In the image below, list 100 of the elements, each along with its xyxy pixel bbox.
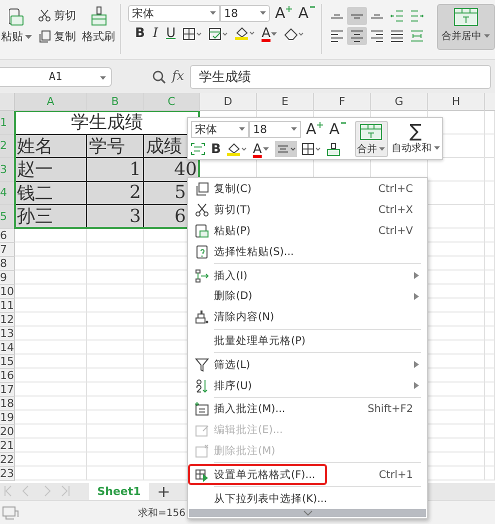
align-button[interactable]: [346, 27, 367, 45]
conditional-format-icon[interactable]: [208, 28, 229, 40]
wrap-text-icon[interactable]: [191, 143, 205, 155]
grow-font-button[interactable]: A: [274, 4, 294, 22]
column-header[interactable]: D: [200, 93, 257, 111]
row-header[interactable]: 20: [0, 424, 15, 438]
row-header[interactable]: 19: [0, 410, 15, 424]
font-color-button[interactable]: A: [252, 142, 270, 156]
menu-item[interactable]: 清除内容(N): [188, 306, 427, 328]
underline-button[interactable]: U: [165, 26, 177, 41]
font-name-dropdown[interactable]: 宋体: [128, 4, 220, 22]
row-header[interactable]: 9: [0, 270, 15, 284]
paste-button[interactable]: 粘贴: [1, 4, 32, 44]
column-header[interactable]: F: [314, 93, 371, 111]
merge-button[interactable]: 合并: [354, 120, 388, 156]
table-cell: 钱二: [15, 182, 87, 205]
formula-field[interactable]: 学生成绩: [190, 64, 491, 88]
plus-icon: [286, 6, 292, 12]
menu-item[interactable]: 删除(D): [188, 286, 427, 307]
row-header[interactable]: 7: [0, 242, 15, 256]
row-header[interactable]: 13: [0, 326, 15, 340]
caret-icon: [210, 11, 216, 15]
caret-icon: [271, 32, 278, 36]
format-painter-button[interactable]: 格式刷: [82, 4, 115, 44]
menu-label: 删除(D): [214, 289, 252, 304]
align-center-icon[interactable]: [274, 141, 297, 157]
row-header[interactable]: 15: [0, 354, 15, 368]
fill-color-icon[interactable]: [226, 142, 247, 156]
submenu-arrow-icon: [414, 292, 419, 300]
font-size-dropdown[interactable]: 18: [220, 4, 270, 22]
menu-label: 从下拉列表中选择(K)...: [214, 492, 328, 506]
paste-icon: [195, 224, 209, 238]
row-header[interactable]: 16: [0, 368, 15, 382]
shrink-font-button[interactable]: A: [297, 4, 316, 22]
row-header[interactable]: 17: [0, 382, 15, 396]
filter-icon: [195, 358, 209, 372]
align-button[interactable]: [346, 7, 367, 25]
menu-label: 复制(C): [214, 182, 252, 196]
table-cell: 赵一: [15, 158, 87, 182]
zoom-icon[interactable]: [152, 70, 166, 84]
row-header[interactable]: 11: [0, 298, 15, 312]
outdent-icon: [390, 10, 404, 22]
shortcut-text: Ctrl+X: [378, 204, 413, 216]
comment-delete-icon: [195, 444, 209, 458]
fill-color-icon[interactable]: [234, 27, 255, 40]
name-box[interactable]: A1: [0, 66, 112, 86]
column-header[interactable]: E: [257, 93, 314, 111]
table-cell: 学号: [87, 134, 144, 158]
brush-icon[interactable]: [326, 142, 340, 156]
indent-icon: [410, 10, 424, 22]
row-header[interactable]: 14: [0, 340, 15, 354]
chevron-down-icon: [302, 510, 312, 516]
copy-button[interactable]: 复制: [38, 29, 76, 44]
copy-icon: [195, 182, 209, 196]
merge-center-button[interactable]: 合并居中: [436, 4, 495, 50]
add-sheet-button[interactable]: +: [157, 482, 170, 500]
caret-icon: [260, 11, 266, 15]
column-header[interactable]: H: [428, 93, 485, 111]
brush-icon: [90, 6, 108, 26]
grow-font-button[interactable]: A: [305, 120, 324, 138]
macro-icon[interactable]: [2, 504, 20, 520]
row-header[interactable]: 23: [0, 466, 15, 480]
row-header[interactable]: 8: [0, 256, 15, 270]
row-header[interactable]: 10: [0, 284, 15, 298]
borders-icon[interactable]: [302, 143, 322, 155]
plus-icon: [317, 122, 324, 128]
row-header[interactable]: 22: [0, 452, 15, 466]
menu-item[interactable]: 排序(U): [188, 375, 427, 396]
table-cell: 孙三: [15, 205, 87, 228]
caret-icon: [25, 34, 32, 38]
italic-button[interactable]: I: [152, 26, 160, 41]
row-header[interactable]: 6: [0, 228, 15, 242]
table-cell: 3: [87, 205, 144, 228]
row-header[interactable]: 12: [0, 312, 15, 326]
menu-label: 剪切(T): [214, 203, 251, 218]
paste-special-icon: [195, 244, 209, 259]
eraser-icon[interactable]: [284, 28, 304, 40]
align-middle-icon: [350, 14, 364, 18]
fx-label[interactable]: fx: [172, 69, 184, 84]
bold-button[interactable]: B: [134, 26, 146, 41]
row-header[interactable]: 18: [0, 396, 15, 410]
shortcut-text: Ctrl+C: [378, 183, 413, 196]
caret-icon: [379, 146, 386, 150]
submenu-arrow-icon: [414, 382, 419, 390]
justify-icon: [390, 30, 404, 42]
menu-item[interactable]: 选择性粘贴(S)...: [188, 241, 427, 262]
font-color-button[interactable]: A: [260, 26, 278, 41]
cut-button[interactable]: 剪切: [38, 8, 76, 23]
autosum-button[interactable]: ∑ 自动求和: [392, 122, 440, 155]
caret-icon: [484, 34, 490, 38]
table-cell: 2: [87, 182, 144, 205]
font-size-dropdown[interactable]: 18: [249, 120, 301, 138]
bold-button[interactable]: B: [210, 142, 222, 156]
row-header[interactable]: 21: [0, 438, 15, 452]
scissors-icon: [195, 203, 209, 218]
shortcut-text: Shift+F2: [368, 403, 413, 416]
comment-edit-icon: [195, 423, 209, 438]
borders-icon[interactable]: [182, 28, 203, 40]
shrink-font-button[interactable]: A: [328, 120, 347, 138]
column-header[interactable]: G: [371, 93, 428, 111]
